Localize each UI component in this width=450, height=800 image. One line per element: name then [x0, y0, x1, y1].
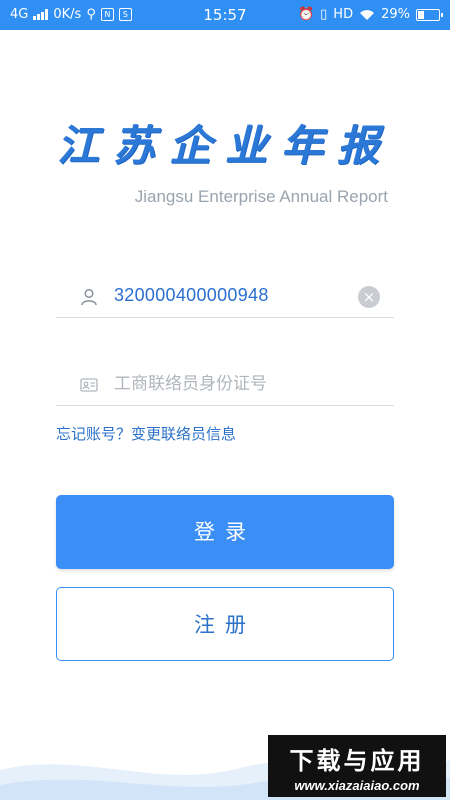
download-watermark: 下载与应用 www.xiazaiaiao.com	[268, 735, 446, 797]
forgot-account-text[interactable]: 忘记账号？变更联络员信息	[56, 425, 236, 443]
clear-icon[interactable]: ×	[358, 286, 380, 308]
wifi-icon	[360, 9, 375, 20]
watermark-url: www.xiazaiaiao.com	[294, 778, 420, 793]
account-value[interactable]: 320000400000948	[114, 285, 269, 306]
watermark-title: 下载与应用	[289, 747, 425, 775]
register-button[interactable]: 注册	[56, 587, 394, 661]
forgot-account-link[interactable]: 忘记账号？变更联络员信息	[56, 423, 236, 444]
battery-percent: 29%	[381, 7, 410, 22]
alarm-icon: ⏰	[297, 7, 315, 22]
status-right: ⏰ ▯ HD 29%	[297, 7, 443, 22]
id-card-icon	[80, 378, 98, 392]
app-logo-title: 江苏企业年报	[56, 121, 393, 170]
app-logo-subtitle: Jiangsu Enterprise Annual Report	[134, 187, 388, 206]
hd-label: HD	[333, 7, 354, 22]
user-icon	[81, 288, 97, 306]
vibrate-icon: ▯	[320, 7, 328, 22]
status-bar: 4G 0K/s ⚲ N S 15:57 ⏰ ▯ HD 29%	[0, 0, 450, 30]
id-number-input[interactable]	[114, 369, 374, 399]
battery-icon	[416, 8, 443, 21]
id-card-field[interactable]	[56, 365, 394, 406]
login-button[interactable]: 登录	[56, 495, 394, 569]
account-field[interactable]: 320000400000948 ×	[56, 277, 394, 318]
